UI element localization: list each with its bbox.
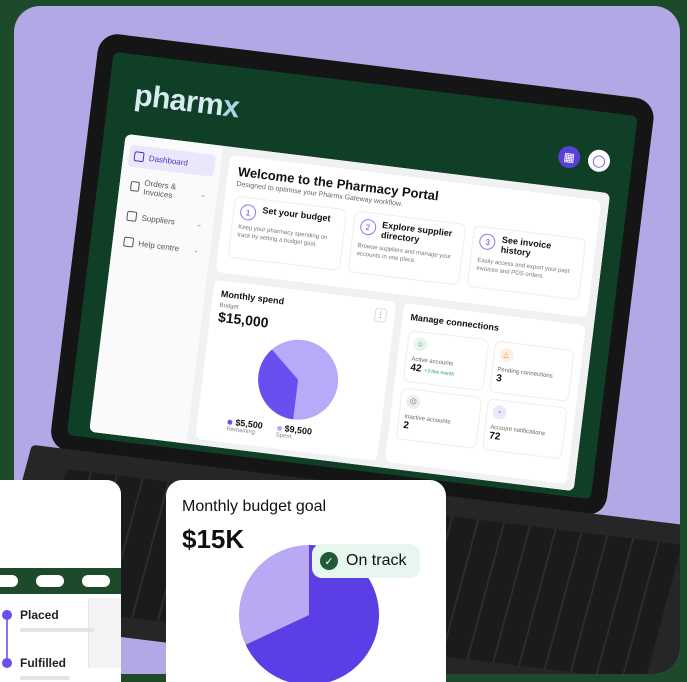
laptop-screen: pharmx ▦ ◯ Dashboard Orders & Invoices ⌄…	[66, 51, 638, 500]
warning-icon: △	[498, 347, 514, 363]
account-notifications-card[interactable]: ◔ Account notifications 72	[481, 397, 568, 460]
header-pill	[36, 575, 64, 587]
inactive-accounts-card[interactable]: ☹ Inactive accounts 2	[395, 387, 482, 449]
sidebar-item-label: Dashboard	[148, 153, 189, 168]
supplier-icon	[126, 210, 138, 222]
profile-icon[interactable]: ◯	[586, 148, 612, 174]
check-circle-icon: ✓	[320, 552, 338, 570]
home-icon	[133, 151, 145, 163]
active-accounts-card[interactable]: ☺ Active accounts 42 +3 this month	[402, 329, 489, 392]
header-pill	[0, 575, 18, 587]
stat-value: 3	[495, 372, 503, 385]
sidebar-item-label: Suppliers	[141, 212, 176, 226]
spend-pie-chart	[258, 339, 339, 420]
lower-panels: Monthly spend ⋮ Budget $15,000 $5,500 Re…	[195, 279, 586, 485]
sidebar-item-label: Orders & Invoices	[142, 178, 177, 201]
stat-note: +3 this month	[423, 368, 455, 378]
manage-connections-card: Manage connections ☺ Active accounts 42 +…	[384, 303, 586, 485]
budget-goal-title: Monthly budget goal	[182, 498, 327, 515]
budget-goal-card: Monthly budget goal $15K ✓ On track	[166, 480, 446, 682]
user-off-icon: ☹	[405, 394, 422, 410]
legend-dot	[276, 425, 282, 432]
bell-icon: ◔	[491, 404, 507, 421]
step-title: Explore supplier directory	[380, 219, 453, 245]
step-number: 3	[478, 232, 497, 251]
step-invoice-history[interactable]: 3 See invoice history Easily access and e…	[467, 225, 587, 301]
connections-grid: ☺ Active accounts 42 +3 this month △ Pend…	[395, 329, 575, 460]
cart-icon	[129, 180, 140, 192]
chevron-down-icon: ⌄	[192, 247, 200, 255]
step-title: See invoice history	[500, 234, 552, 258]
dashboard-main: Welcome to the Pharmacy Portal Designed …	[186, 145, 611, 492]
header-pill	[82, 575, 110, 587]
status-fulfilled: Fulfilled	[20, 656, 66, 670]
placeholder-bar	[20, 628, 94, 632]
apps-grid-icon[interactable]: ▦	[556, 144, 582, 170]
logo-mark: x	[221, 89, 242, 125]
step-number: 1	[239, 203, 258, 222]
stat-value: 72	[488, 430, 501, 443]
more-options-icon[interactable]: ⋮	[373, 307, 388, 323]
status-node-placed	[2, 610, 12, 620]
top-icons: ▦ ◯	[556, 144, 612, 174]
monthly-spend-card: Monthly spend ⋮ Budget $15,000 $5,500 Re…	[195, 279, 397, 461]
stat-value: 2	[402, 419, 410, 432]
step-number: 2	[358, 218, 377, 237]
chevron-down-icon: ⌄	[199, 191, 207, 200]
step-explore-suppliers[interactable]: 2 Explore supplier directory Browse suppl…	[347, 210, 467, 286]
on-track-badge: ✓ On track	[312, 544, 421, 578]
order-status-card: Placed Fulfilled	[0, 480, 121, 682]
sidebar-item-label: Help centre	[137, 238, 180, 253]
step-title: Set your budget	[261, 205, 332, 224]
legend-dot	[227, 419, 233, 426]
step-set-budget[interactable]: 1 Set your budget Keep your pharmacy spen…	[227, 195, 347, 271]
legend-remaining: $5,500 Remaining	[226, 416, 263, 436]
laptop-bezel: pharmx ▦ ◯ Dashboard Orders & Invoices ⌄…	[48, 32, 656, 518]
status-node-fulfilled	[2, 658, 12, 668]
pharmx-logo: pharmx	[132, 78, 242, 126]
user-icon: ☺	[412, 336, 429, 353]
pending-connections-card[interactable]: △ Pending connections 3	[488, 340, 575, 402]
sidebar-item-orders[interactable]: Orders & Invoices ⌄	[124, 170, 213, 210]
stat-value: 42	[409, 362, 423, 375]
logo-text: pharm	[132, 78, 226, 123]
placeholder-bar	[20, 676, 70, 680]
chevron-down-icon: ⌄	[195, 221, 203, 229]
legend-spent: $9,500 Spent	[275, 423, 312, 443]
status-placed: Placed	[20, 608, 59, 622]
help-icon	[123, 236, 135, 248]
side-panel	[88, 598, 121, 668]
portal-window: Dashboard Orders & Invoices ⌄ Suppliers …	[89, 133, 611, 492]
on-track-label: On track	[346, 552, 407, 569]
